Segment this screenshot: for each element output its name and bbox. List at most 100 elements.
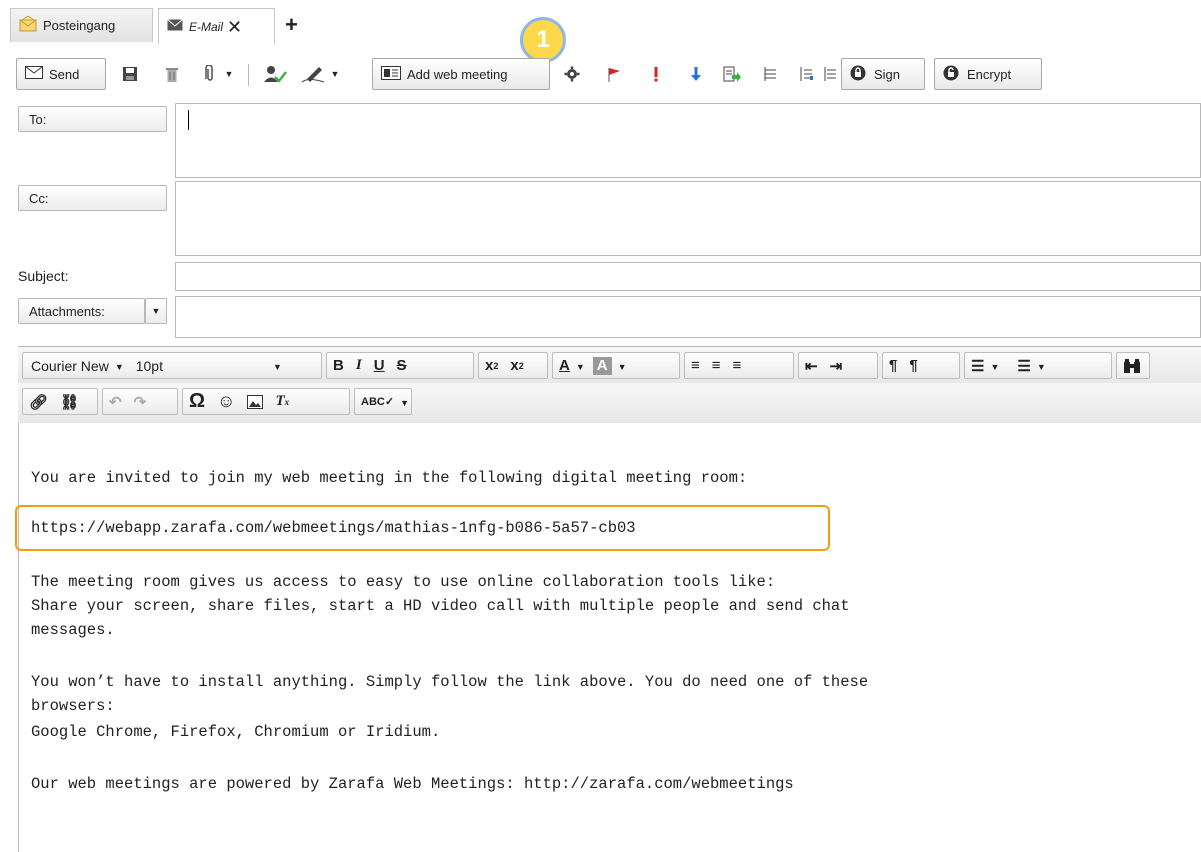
gear-icon[interactable]: [562, 64, 582, 84]
meeting-link[interactable]: https://webapp.zarafa.com/webmeetings/ma…: [31, 516, 636, 540]
align-left-icon[interactable]: ≡: [685, 353, 706, 378]
send-envelope-icon: [25, 66, 43, 82]
body-line: You won’t have to install anything. Simp…: [31, 673, 869, 691]
ltr-paragraph-icon[interactable]: ¶: [883, 353, 903, 378]
add-web-meeting-label: Add web meeting: [407, 66, 508, 82]
align-right-icon[interactable]: ≡: [727, 353, 748, 378]
link-group: 🔗︎ ⛓︎: [22, 388, 98, 415]
to-field[interactable]: [175, 103, 1201, 178]
list-tree-icon[interactable]: [760, 64, 780, 84]
chevron-down-icon[interactable]: ▼: [222, 64, 236, 84]
body-line: The meeting room gives us access to easy…: [31, 573, 776, 591]
lock-sign-icon: [850, 65, 866, 84]
lock-encrypt-icon: [943, 65, 959, 84]
image-icon[interactable]: [241, 389, 269, 414]
low-importance-icon[interactable]: [686, 64, 706, 84]
add-web-meeting-button[interactable]: Add web meeting: [372, 58, 550, 90]
encrypt-label: Encrypt: [967, 66, 1012, 82]
color-group: A ▼ A ▼: [552, 352, 680, 379]
list-indent-icon[interactable]: [796, 64, 816, 84]
spellcheck-icon[interactable]: ABC✓: [355, 389, 400, 414]
send-label: Send: [49, 66, 80, 82]
emoticon-icon[interactable]: ☺: [211, 389, 241, 414]
font-size-select[interactable]: 10pt: [136, 358, 163, 374]
chevron-down-icon[interactable]: ▼: [328, 64, 342, 84]
strikethrough-icon[interactable]: S: [391, 353, 413, 378]
chevron-down-icon[interactable]: ▼: [618, 358, 627, 373]
find-group: [1116, 352, 1150, 379]
body-line: messages.: [31, 621, 115, 639]
list-group: ☰ ▼ ☰ ▼: [964, 352, 1112, 379]
attachments-button[interactable]: Attachments:: [18, 298, 145, 324]
mail-toolbar: Send ▼ ▼ Add web meeting Sign Encrypt: [10, 54, 1201, 96]
font-family-select[interactable]: Courier New: [31, 358, 109, 374]
envelope-icon: [167, 19, 183, 34]
add-tab-icon[interactable]: +: [285, 14, 298, 36]
attachments-field[interactable]: [175, 296, 1201, 338]
send-button[interactable]: Send: [16, 58, 106, 90]
numbered-list-icon[interactable]: ☰: [1011, 353, 1036, 378]
align-group: ≡ ≡ ≡: [684, 352, 794, 379]
tab-label: Posteingang: [43, 18, 116, 33]
superscript-icon[interactable]: x2: [504, 353, 529, 378]
chevron-down-icon[interactable]: ▼: [145, 298, 167, 324]
font-selectors: Courier New ▼ 10pt ▼: [22, 352, 322, 379]
close-icon[interactable]: ✕: [227, 18, 242, 36]
save-icon[interactable]: [120, 64, 140, 84]
bold-icon[interactable]: B: [327, 353, 350, 378]
tab-posteingang[interactable]: Posteingang: [10, 8, 153, 42]
cc-field[interactable]: [175, 181, 1201, 256]
to-button[interactable]: To:: [18, 106, 167, 132]
chevron-down-icon[interactable]: ▼: [576, 358, 585, 373]
flag-icon[interactable]: [604, 64, 624, 84]
body-line: Google Chrome, Firefox, Chromium or Irid…: [31, 723, 441, 741]
chevron-down-icon[interactable]: ▼: [1037, 358, 1046, 373]
spellcheck-group: ABC✓ ▼: [354, 388, 412, 415]
subject-label: Subject:: [18, 268, 69, 284]
check-names-icon[interactable]: [262, 64, 288, 84]
read-receipt-icon[interactable]: [722, 64, 742, 84]
editor-toolbar-row-1: Courier New ▼ 10pt ▼ B I U S x2 x2 A ▼ A…: [18, 347, 1201, 383]
bullet-list-icon[interactable]: ☰: [965, 353, 990, 378]
unlink-icon[interactable]: ⛓︎: [54, 389, 85, 414]
body-line: Our web meetings are powered by Zarafa W…: [31, 775, 794, 793]
chevron-down-icon[interactable]: ▼: [400, 394, 409, 409]
subject-input[interactable]: [175, 262, 1201, 291]
link-icon[interactable]: 🔗︎: [23, 389, 54, 414]
underline-icon[interactable]: U: [368, 353, 391, 378]
insert-group: Ω ☺ Tx: [182, 388, 350, 415]
rtl-paragraph-icon[interactable]: ¶: [903, 353, 923, 378]
subscript-icon[interactable]: x2: [479, 353, 504, 378]
tab-email[interactable]: E-Mail ✕: [158, 8, 275, 44]
indent-group: ⇤ ⇥: [798, 352, 878, 379]
attachment-paperclip-icon[interactable]: [200, 64, 220, 84]
text-color-icon[interactable]: A: [553, 353, 576, 378]
sign-label: Sign: [874, 66, 901, 82]
italic-icon[interactable]: I: [350, 353, 368, 378]
high-importance-icon[interactable]: [646, 64, 666, 84]
sign-button[interactable]: Sign: [841, 58, 925, 90]
cc-button[interactable]: Cc:: [18, 185, 167, 211]
redo-icon[interactable]: ↷: [128, 389, 153, 414]
clear-formatting-icon[interactable]: Tx: [269, 389, 295, 414]
undo-icon[interactable]: ↶: [103, 389, 128, 414]
editor-toolbar-row-2: 🔗︎ ⛓︎ ↶ ↷ Ω ☺ Tx ABC✓ ▼: [18, 383, 1201, 423]
history-group: ↶ ↷: [102, 388, 178, 415]
signature-pen-icon[interactable]: [300, 64, 326, 84]
special-character-icon[interactable]: Ω: [183, 389, 211, 414]
chevron-down-icon[interactable]: ▼: [990, 358, 999, 373]
body-line: Share your screen, share files, start a …: [31, 597, 850, 615]
align-center-icon[interactable]: ≡: [706, 353, 727, 378]
direction-group: ¶ ¶: [882, 352, 960, 379]
chevron-down-icon[interactable]: ▼: [115, 358, 124, 373]
binoculars-icon[interactable]: [1117, 353, 1147, 378]
tab-label: E-Mail: [189, 19, 224, 34]
chevron-down-icon[interactable]: ▼: [273, 358, 282, 373]
delete-icon[interactable]: [162, 64, 182, 84]
indent-icon[interactable]: ⇥: [824, 353, 849, 378]
highlight-color-icon[interactable]: A: [592, 356, 612, 375]
encrypt-button[interactable]: Encrypt: [934, 58, 1042, 90]
envelope-open-icon: [19, 15, 37, 35]
list-outline-icon[interactable]: [820, 64, 840, 84]
outdent-icon[interactable]: ⇤: [799, 353, 824, 378]
